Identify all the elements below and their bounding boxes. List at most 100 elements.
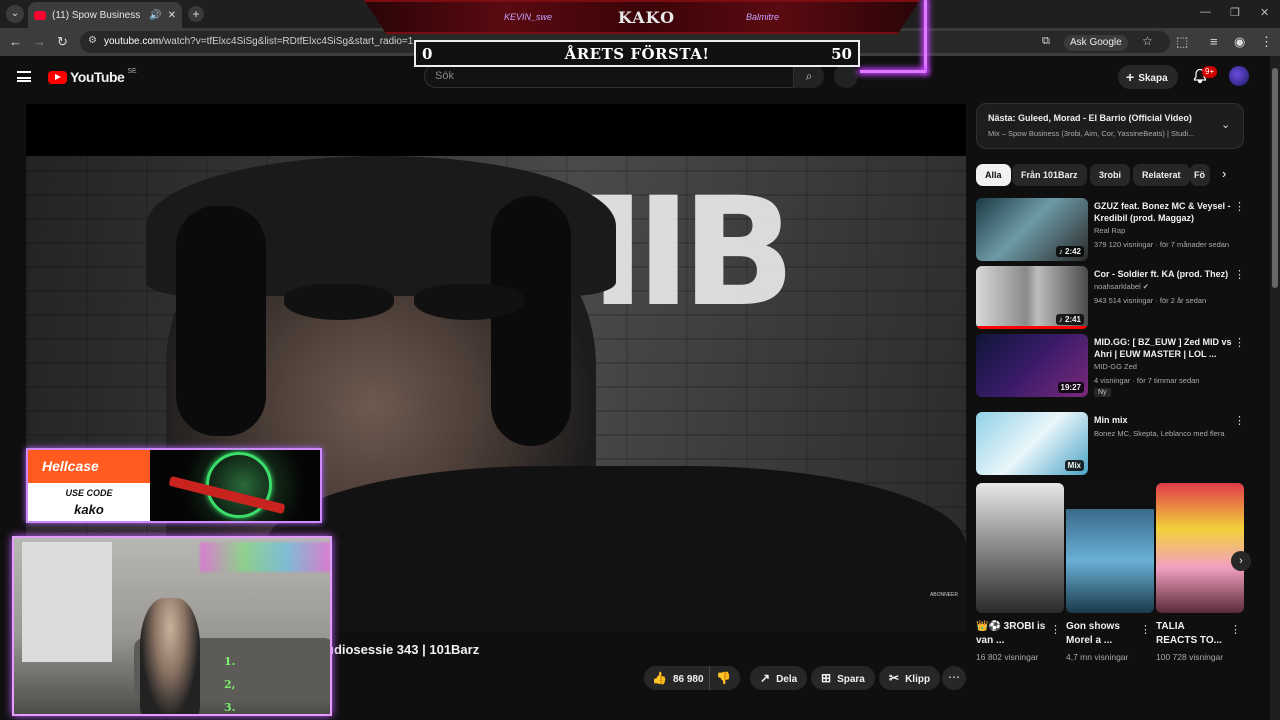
kebab-menu-icon[interactable]: ⋮ xyxy=(1234,200,1245,213)
close-window-icon[interactable]: ✕ xyxy=(1260,6,1269,19)
kebab-menu-icon[interactable]: ⋮ xyxy=(1234,268,1245,281)
short-item[interactable]: Gon shows Morel a ... 4,7 mn visningar ⋮ xyxy=(1066,483,1154,662)
reload-icon[interactable]: ↻ xyxy=(57,34,68,50)
save-button[interactable]: ⊞ Spara xyxy=(811,666,875,690)
mix-thumbnail[interactable]: Mix xyxy=(976,412,1088,475)
search-placeholder: Sök xyxy=(435,70,454,82)
chip-related[interactable]: Relaterat xyxy=(1133,164,1190,186)
kebab-menu-icon[interactable]: ⋮ xyxy=(1230,623,1241,636)
forward-icon[interactable]: → xyxy=(33,34,46,49)
mix-title[interactable]: Min mix xyxy=(1094,414,1232,426)
duration-badge: ♪ 2:42 xyxy=(1055,246,1084,257)
list-item[interactable]: ♪ 2:42 GZUZ feat. Bonez MC & Veysel - Kr… xyxy=(976,198,1252,262)
short-title[interactable]: Gon shows Morel a ... xyxy=(1066,620,1136,648)
youtube-logo[interactable]: YouTube SE xyxy=(48,67,137,85)
glow-border xyxy=(860,70,926,73)
chip-recent[interactable]: Fö xyxy=(1190,164,1210,186)
microphone-icon[interactable] xyxy=(834,64,858,88)
video-title: udiosessie 343 | 101Barz xyxy=(326,642,480,657)
save-icon: ⊞ xyxy=(821,671,832,685)
short-thumbnail[interactable] xyxy=(1066,483,1154,613)
bookmark-star-icon[interactable]: ☆ xyxy=(1142,34,1153,48)
minimize-icon[interactable]: — xyxy=(1200,6,1211,18)
chevron-down-icon[interactable]: ⌄ xyxy=(1221,118,1230,131)
webcam-list: 1. 2, 3. xyxy=(224,650,236,714)
short-item[interactable]: TALIA REACTS TO... 100 728 visningar ⋮ xyxy=(1156,483,1244,662)
channel-name[interactable]: Real Rap xyxy=(1094,226,1125,235)
back-icon[interactable]: ← xyxy=(9,34,22,49)
subscribe-watermark[interactable]: ABONNEER xyxy=(930,592,958,598)
follower-goal-bar: 0 ÅRETS FÖRSTA! 50 xyxy=(414,40,860,67)
sunglasses xyxy=(284,284,534,324)
install-icon[interactable]: ⧉ xyxy=(1042,35,1050,48)
more-actions-icon[interactable]: ⋯ xyxy=(942,666,966,690)
media-icon[interactable]: ≡ xyxy=(1210,34,1218,49)
profile-icon[interactable]: ◉ xyxy=(1234,34,1245,50)
video-thumbnail[interactable]: ♪ 2:41 xyxy=(976,266,1088,329)
video-title-item[interactable]: GZUZ feat. Bonez MC & Veysel - Kredibil … xyxy=(1094,200,1232,224)
country-code: SE xyxy=(127,67,137,75)
scrollbar-thumb[interactable] xyxy=(1272,68,1278,288)
list-item[interactable]: ♪ 2:41 Cor - Soldier ft. KA (prod. Thez)… xyxy=(976,266,1252,330)
chevron-right-icon[interactable]: › xyxy=(1222,166,1226,181)
video-thumbnail[interactable]: ♪ 2:42 xyxy=(976,198,1088,261)
youtube-play-icon xyxy=(48,70,67,84)
speaker-icon[interactable]: 🔊 xyxy=(149,10,161,21)
dislike-button[interactable]: 👎 xyxy=(716,666,738,690)
menu-icon[interactable] xyxy=(17,71,31,82)
ask-google-button[interactable]: Ask Google xyxy=(1064,35,1128,51)
list-item[interactable]: Mix Min mix Bonez MC, Skepta, Leblanco m… xyxy=(976,412,1252,476)
kebab-menu-icon[interactable]: ⋮ xyxy=(1234,414,1245,427)
create-button[interactable]: + Skapa xyxy=(1118,65,1178,89)
short-views: 16 802 visningar xyxy=(976,652,1039,662)
clip-button[interactable]: ✂ Klipp xyxy=(879,666,941,690)
list-item[interactable]: 19:27 MID.GG: [ BZ_EUW ] Zed MID vs Ahri… xyxy=(976,334,1252,398)
url-host: youtube.com xyxy=(104,36,162,47)
video-title-item[interactable]: MID.GG: [ BZ_EUW ] Zed MID vs Ahri | EUW… xyxy=(1094,336,1232,360)
webcam-list-item: 2, xyxy=(224,678,236,691)
chip-from-channel[interactable]: Från 101Barz xyxy=(1012,164,1087,186)
goal-max: 50 xyxy=(831,45,852,63)
search-icon[interactable]: ⌕ xyxy=(794,64,824,88)
video-title-item[interactable]: Cor - Soldier ft. KA (prod. Thez) xyxy=(1094,268,1232,280)
chip-3robi[interactable]: 3robi xyxy=(1090,164,1131,186)
short-title[interactable]: 👑⚽ 3ROBI is van ... xyxy=(976,620,1046,648)
short-thumbnail[interactable] xyxy=(976,483,1064,613)
scrollbar[interactable] xyxy=(1270,56,1280,720)
avatar[interactable] xyxy=(1229,66,1249,86)
hellcase-header: Hellcase xyxy=(28,450,150,483)
kebab-menu-icon[interactable]: ⋮ xyxy=(1140,623,1151,636)
short-item[interactable]: 👑⚽ 3ROBI is van ... 16 802 visningar ⋮ xyxy=(976,483,1064,662)
close-icon[interactable]: ✕ xyxy=(168,10,176,21)
search-input[interactable]: Sök xyxy=(424,64,794,88)
chip-all[interactable]: Alla xyxy=(976,164,1011,186)
url-path: /watch?v=tfElxc4SiSg&list=RDtfElxc4SiSg&… xyxy=(161,36,414,47)
kebab-menu-icon[interactable]: ⋮ xyxy=(1050,623,1061,636)
banner-right-name: Balmitre xyxy=(746,12,780,22)
share-button[interactable]: ↗ Dela xyxy=(750,666,808,690)
new-tab-button[interactable]: + xyxy=(188,6,204,22)
extensions-icon[interactable]: ⬚ xyxy=(1176,34,1188,50)
artist-shirt xyxy=(266,466,966,632)
browser-menu-icon[interactable]: ⋮ xyxy=(1260,34,1273,50)
channel-name[interactable]: noahsarklabel ✔ xyxy=(1094,282,1149,291)
short-title[interactable]: TALIA REACTS TO... xyxy=(1156,620,1226,648)
like-button[interactable]: 👍 86 980 xyxy=(644,666,710,690)
video-meta: 4 visningar · för 7 timmar sedan xyxy=(1094,376,1200,385)
scissors-icon: ✂ xyxy=(889,671,900,685)
neon-lights xyxy=(200,542,330,572)
channel-name[interactable]: MID-GG Zed xyxy=(1094,362,1137,371)
chevron-right-icon[interactable]: › xyxy=(1231,551,1251,571)
up-next-panel[interactable]: Nästa: Guleed, Morad - El Barrio (Offici… xyxy=(976,103,1244,149)
restore-icon[interactable]: ❐ xyxy=(1230,6,1240,19)
kebab-menu-icon[interactable]: ⋮ xyxy=(1234,336,1245,349)
short-thumbnail[interactable] xyxy=(1156,483,1244,613)
webcam-overlay: 1. 2, 3. xyxy=(12,536,332,716)
video-thumbnail[interactable]: 19:27 xyxy=(976,334,1088,397)
notification-badge: 9+ xyxy=(1202,66,1218,78)
share-icon: ↗ xyxy=(760,671,771,685)
mix-badge: Mix xyxy=(1064,460,1084,471)
browser-tab[interactable]: (11) Spow Business (3robi, ... 🔊 ✕ xyxy=(28,2,182,28)
site-info-icon[interactable]: ⚙ xyxy=(88,35,102,49)
tab-search-button[interactable]: ⌄ xyxy=(6,5,24,23)
